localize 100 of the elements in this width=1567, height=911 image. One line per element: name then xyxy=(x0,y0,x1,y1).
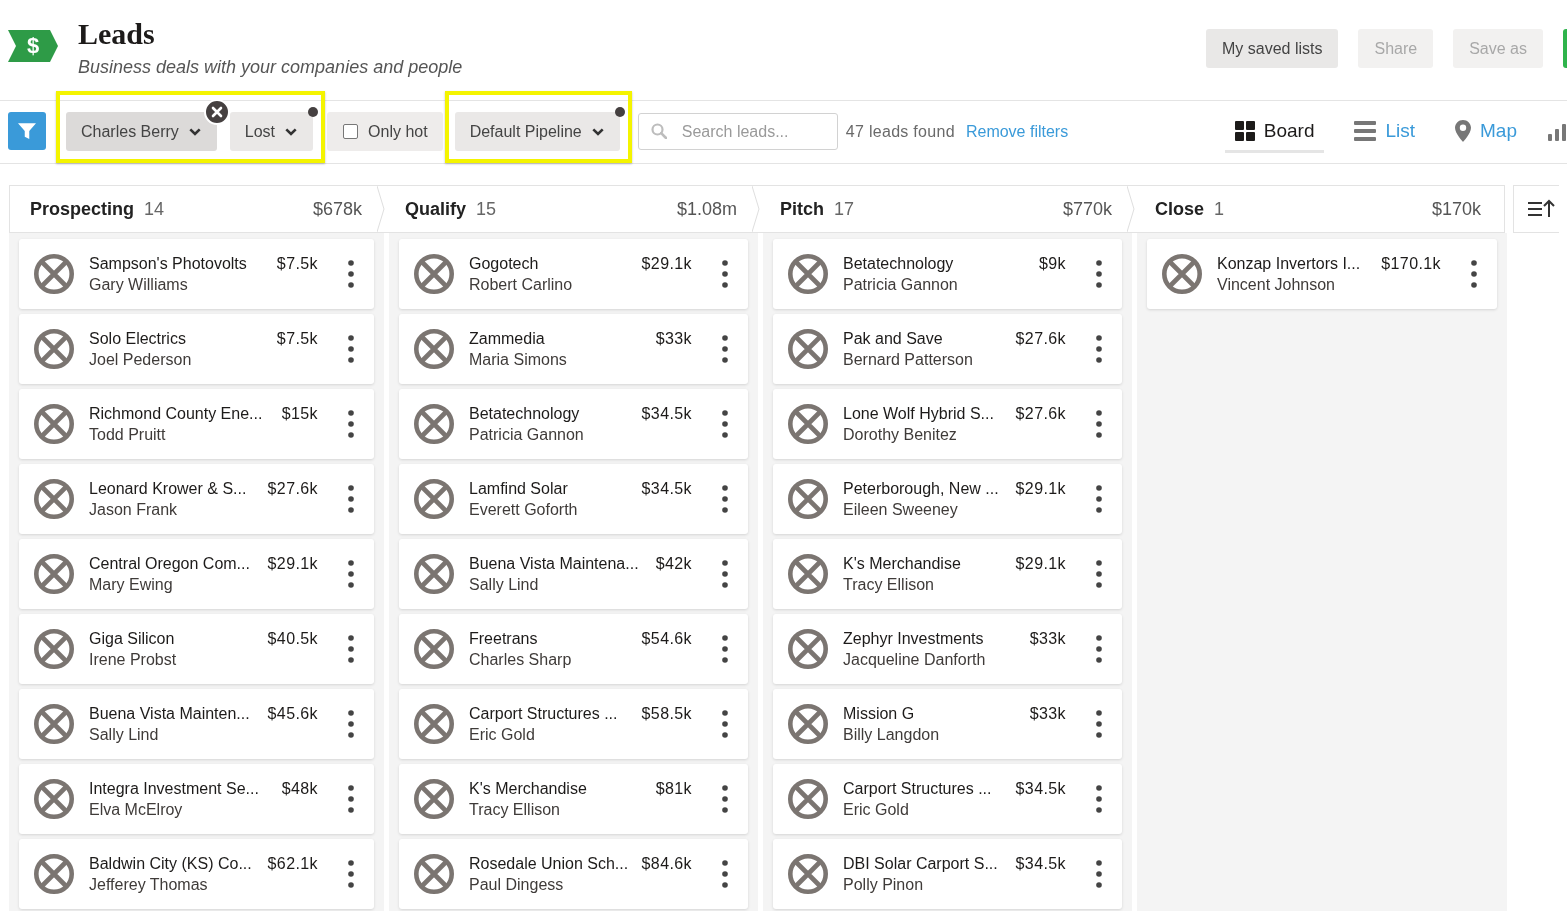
search-icon xyxy=(650,123,667,139)
filter-toggle[interactable]: Only hot xyxy=(327,112,443,151)
lead-card[interactable]: Konzap Invertors I... $170.1k Vincent Johnson xyxy=(1147,239,1497,309)
lead-card[interactable]: DBI Solar Carport S... $34.5k Polly Pinon xyxy=(773,839,1122,909)
cross-circle-icon xyxy=(788,629,828,669)
more-button[interactable] xyxy=(1096,860,1102,888)
header-button[interactable]: My saved lists xyxy=(1206,29,1339,68)
more-button[interactable] xyxy=(722,410,728,438)
lead-card[interactable]: Giga Silicon $40.5k Irene Probst xyxy=(19,614,374,684)
lead-card[interactable]: Pak and Save $27.6k Bernard Patterson xyxy=(773,314,1122,384)
cross-circle-icon xyxy=(34,629,74,669)
more-button[interactable] xyxy=(722,710,728,738)
view-tab[interactable]: Board xyxy=(1224,112,1325,153)
cross-circle-icon xyxy=(34,254,74,294)
more-button[interactable] xyxy=(722,785,728,813)
more-icon xyxy=(1096,785,1102,813)
lead-card[interactable]: Central Oregon Com... $29.1k Mary Ewing xyxy=(19,539,374,609)
lead-value: $34.5k xyxy=(640,404,692,424)
lead-value: $7.5k xyxy=(275,254,318,274)
more-button[interactable] xyxy=(1096,785,1102,813)
lead-card[interactable]: Freetrans $54.6k Charles Sharp xyxy=(399,614,748,684)
more-button[interactable] xyxy=(348,260,354,288)
filter-button[interactable] xyxy=(8,112,46,150)
more-button[interactable] xyxy=(348,635,354,663)
lead-card[interactable]: Lamfind Solar $34.5k Everett Goforth xyxy=(399,464,748,534)
lead-name: Sampson's Photovolts xyxy=(89,254,247,274)
lead-card[interactable]: Richmond County Ene... $15k Todd Pruitt xyxy=(19,389,374,459)
lead-card[interactable]: K's Merchandise $29.1k Tracy Ellison xyxy=(773,539,1122,609)
cross-circle-icon xyxy=(414,254,454,294)
more-button[interactable] xyxy=(1096,560,1102,588)
lead-card[interactable]: Zammedia $33k Maria Simons xyxy=(399,314,748,384)
filter-dropdown[interactable]: Lost xyxy=(229,112,314,151)
lead-contact: Maria Simons xyxy=(469,350,567,370)
more-button[interactable] xyxy=(348,785,354,813)
more-button[interactable] xyxy=(722,860,728,888)
lead-card[interactable]: Sampson's Photovolts $7.5k Gary Williams xyxy=(19,239,374,309)
more-button[interactable] xyxy=(348,410,354,438)
lead-card[interactable]: Solo Electrics $7.5k Joel Pederson xyxy=(19,314,374,384)
more-button[interactable] xyxy=(1096,635,1102,663)
lead-contact: Jefferey Thomas xyxy=(89,875,208,895)
lead-card[interactable]: Lone Wolf Hybrid S... $27.6k Dorothy Benitez xyxy=(773,389,1122,459)
lead-value: $34.5k xyxy=(1014,854,1066,874)
more-button[interactable] xyxy=(722,635,728,663)
lead-contact: Charles Sharp xyxy=(469,650,572,670)
clear-icon[interactable] xyxy=(203,99,230,125)
lead-name: Giga Silicon xyxy=(89,629,175,649)
more-button[interactable] xyxy=(348,335,354,363)
more-button[interactable] xyxy=(348,485,354,513)
lead-card[interactable]: Peterborough, New ... $29.1k Eileen Sweeney xyxy=(773,464,1122,534)
filter-dropdown[interactable]: Default Pipeline xyxy=(454,112,620,151)
grid-icon xyxy=(1234,121,1255,141)
cross-circle-icon xyxy=(1162,254,1202,294)
more-button[interactable] xyxy=(722,485,728,513)
search-field[interactable]: Search leads... xyxy=(637,113,838,150)
column-count: 17 xyxy=(834,198,855,220)
cross-circle-icon xyxy=(34,554,74,594)
more-button[interactable] xyxy=(348,710,354,738)
lead-card[interactable]: Buena Vista Mainten... $45.6k Sally Lind xyxy=(19,689,374,759)
lead-card[interactable]: Carport Structures ... $34.5k Eric Gold xyxy=(773,764,1122,834)
lead-name: Buena Vista Mainten... xyxy=(89,704,250,724)
more-button[interactable] xyxy=(722,260,728,288)
lead-card[interactable]: K's Merchandise $81k Tracy Ellison xyxy=(399,764,748,834)
lead-card[interactable]: Baldwin City (KS) Co... $62.1k Jefferey Thomas xyxy=(19,839,374,909)
lead-card[interactable]: Buena Vista Maintena... $42k Sally Lind xyxy=(399,539,748,609)
cross-circle-icon xyxy=(34,479,74,519)
more-button[interactable] xyxy=(348,860,354,888)
lead-value: $34.5k xyxy=(1014,779,1066,799)
more-button[interactable] xyxy=(1096,335,1102,363)
lead-value: $9k xyxy=(1038,254,1066,274)
lead-card[interactable]: Mission G $33k Billy Langdon xyxy=(773,689,1122,759)
more-button[interactable] xyxy=(722,335,728,363)
lead-card[interactable]: Rosedale Union Sch... $84.6k Paul Dingess xyxy=(399,839,748,909)
filter-dropdown[interactable]: Charles Berry xyxy=(66,112,217,151)
more-button[interactable] xyxy=(722,560,728,588)
lead-card[interactable]: Betatechnology $9k Patricia Gannon xyxy=(773,239,1122,309)
sort-button[interactable] xyxy=(1513,185,1559,233)
more-button[interactable] xyxy=(348,560,354,588)
lead-value: $58.5k xyxy=(640,704,692,724)
lead-value: $29.1k xyxy=(640,254,692,274)
lead-card[interactable]: Leonard Krower & S... $27.6k Jason Frank xyxy=(19,464,374,534)
lead-name: Gogotech xyxy=(469,254,539,274)
chevron-down-icon xyxy=(591,127,604,136)
lead-card[interactable]: Gogotech $29.1k Robert Carlino xyxy=(399,239,748,309)
more-button[interactable] xyxy=(1096,485,1102,513)
lead-contact: Sally Lind xyxy=(89,725,159,745)
lead-card[interactable]: Zephyr Investments $33k Jacqueline Danforth xyxy=(773,614,1122,684)
checkbox[interactable] xyxy=(343,124,359,139)
more-icon xyxy=(348,860,354,888)
lead-card[interactable]: Betatechnology $34.5k Patricia Gannon xyxy=(399,389,748,459)
more-button[interactable] xyxy=(1096,410,1102,438)
lead-card[interactable]: Integra Investment Se... $48k Elva McElroy xyxy=(19,764,374,834)
more-button[interactable] xyxy=(1096,260,1102,288)
sort-icon xyxy=(1528,199,1556,219)
more-button[interactable] xyxy=(1096,710,1102,738)
cross-circle-icon xyxy=(788,479,828,519)
lead-value: $170.1k xyxy=(1380,254,1441,274)
lead-name: Carport Structures ... xyxy=(469,704,618,724)
lead-contact: Paul Dingess xyxy=(469,875,564,895)
more-button[interactable] xyxy=(1471,260,1477,288)
lead-card[interactable]: Carport Structures ... $58.5k Eric Gold xyxy=(399,689,748,759)
